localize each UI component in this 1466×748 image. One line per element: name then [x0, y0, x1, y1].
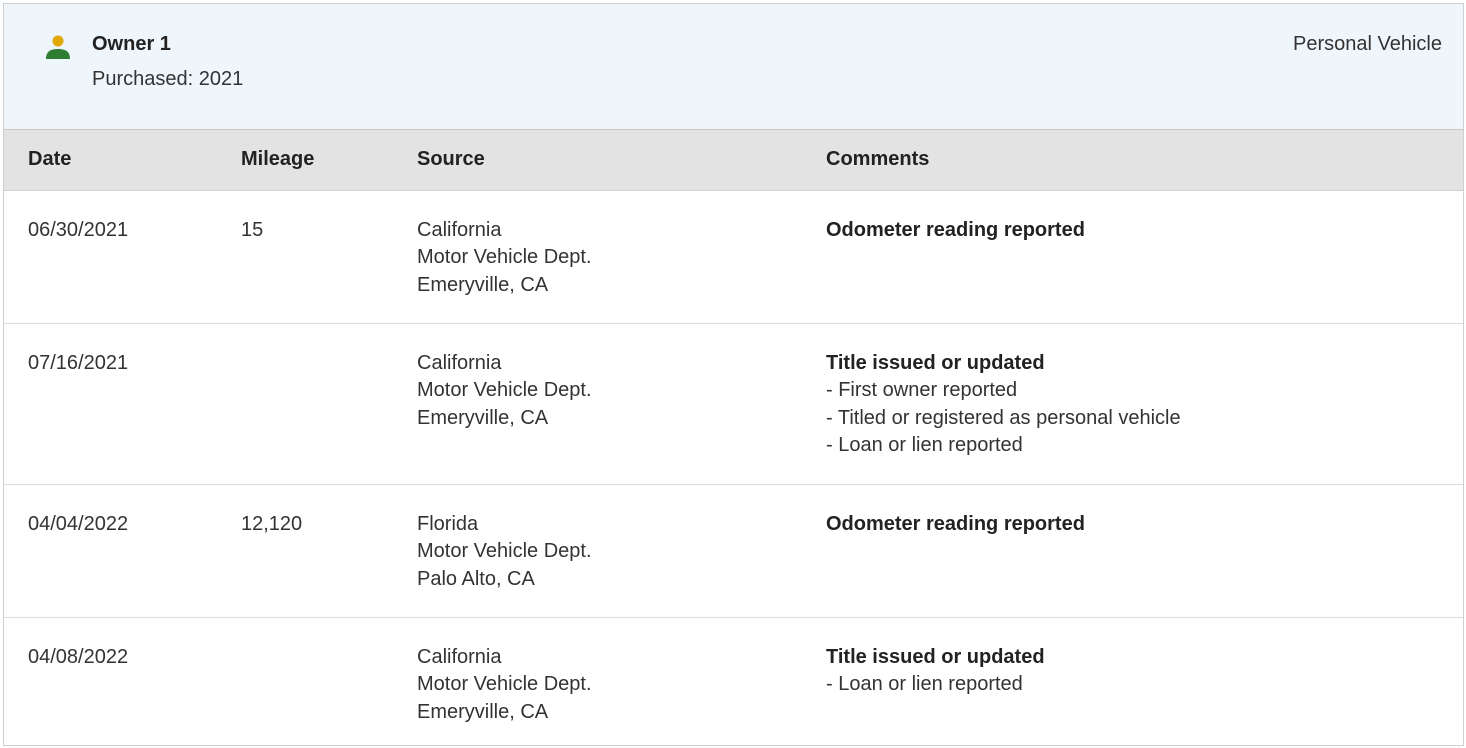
- source-state: California: [417, 218, 502, 241]
- source-cell: Florida Motor Vehicle Dept. Palo Alto, C…: [393, 484, 802, 618]
- source-agency: Motor Vehicle Dept.: [417, 379, 592, 401]
- comment-title: Title issued or updated: [826, 351, 1045, 374]
- ownership-history-card: Owner 1 Purchased: 2021 Personal Vehicle…: [3, 3, 1464, 746]
- mileage-cell: [217, 323, 393, 485]
- owner-title: Owner 1: [92, 33, 171, 55]
- comment-title: Odometer reading reported: [826, 218, 1085, 241]
- column-header-comments: Comments: [802, 130, 1463, 191]
- source-agency: Motor Vehicle Dept.: [417, 673, 592, 695]
- owner-header: Owner 1 Purchased: 2021 Personal Vehicle: [4, 4, 1463, 130]
- comments-cell: Title issued or updated - First owner re…: [802, 323, 1463, 485]
- mileage-cell: 12,120: [217, 484, 393, 618]
- comment-item: - Loan or lien reported: [826, 673, 1023, 695]
- column-header-date: Date: [4, 130, 217, 191]
- source-state: Florida: [417, 512, 479, 535]
- mileage-cell: 15: [217, 190, 393, 324]
- column-header-mileage: Mileage: [217, 130, 393, 191]
- source-location: Palo Alto, CA: [417, 567, 535, 590]
- table-header-row: Date Mileage Source Comments: [4, 130, 1463, 191]
- source-cell: California Motor Vehicle Dept. Emeryvill…: [393, 323, 802, 485]
- source-cell: California Motor Vehicle Dept. Emeryvill…: [393, 190, 802, 324]
- history-table: Date Mileage Source Comments 06/30/2021 …: [4, 130, 1463, 745]
- source-cell: California Motor Vehicle Dept. Emeryvill…: [393, 617, 802, 745]
- source-location: Emeryville, CA: [417, 700, 549, 723]
- date-cell: 07/16/2021: [4, 323, 217, 485]
- purchase-year: Purchased: 2021: [92, 68, 244, 90]
- comment-item: - Titled or registered as personal vehic…: [826, 406, 1181, 429]
- date-cell: 04/04/2022: [4, 484, 217, 618]
- source-state: California: [417, 645, 502, 668]
- table-row: 06/30/2021 15 California Motor Vehicle D…: [4, 190, 1463, 324]
- comments-cell: Odometer reading reported: [802, 190, 1463, 324]
- table-row: 07/16/2021 California Motor Vehicle Dept…: [4, 323, 1463, 485]
- date-cell: 04/08/2022: [28, 645, 129, 668]
- comments-cell: Title issued or updated - Loan or lien r…: [802, 617, 1463, 745]
- comments-cell: Odometer reading reported: [802, 484, 1463, 618]
- comment-title: Title issued or updated: [826, 645, 1045, 668]
- mileage-cell: [217, 617, 393, 745]
- source-location: Emeryville, CA: [417, 406, 549, 429]
- vehicle-type-label: Personal Vehicle: [1293, 33, 1442, 55]
- person-icon: [45, 34, 71, 62]
- column-header-source: Source: [393, 130, 802, 191]
- source-agency: Motor Vehicle Dept.: [417, 540, 592, 562]
- source-state: California: [417, 351, 502, 374]
- comment-title: Odometer reading reported: [826, 512, 1085, 535]
- table-row: 04/08/2022 California Motor Vehicle Dept…: [4, 617, 1463, 745]
- comment-item: - First owner reported: [826, 379, 1018, 401]
- date-cell: 06/30/2021: [4, 190, 217, 324]
- comment-item: - Loan or lien reported: [826, 434, 1023, 456]
- source-agency: Motor Vehicle Dept.: [417, 246, 592, 268]
- source-location: Emeryville, CA: [417, 273, 549, 296]
- table-row: 04/04/2022 12,120 Florida Motor Vehicle …: [4, 484, 1463, 618]
